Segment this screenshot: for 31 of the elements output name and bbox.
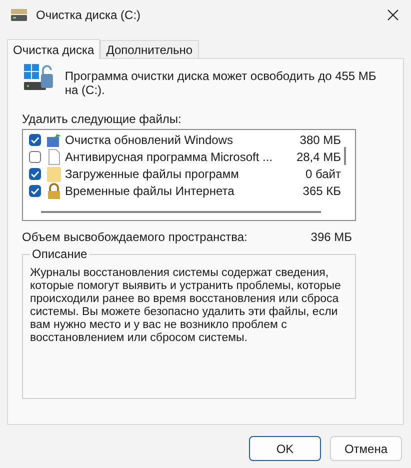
lock-icon (46, 182, 62, 198)
file-name: Очистка обновлений Windows (65, 132, 234, 146)
dialog-button[interactable]: OK (249, 436, 321, 461)
window-title: Очистка диска (C:) (36, 8, 142, 22)
file-name: Временные файлы Интернета (65, 184, 236, 198)
update-icon (46, 132, 62, 148)
group-title: Описание (30, 247, 90, 261)
space-label: Объем высвобождаемого пространства: (22, 230, 248, 246)
checkbox[interactable] (29, 150, 41, 162)
space-value: 396 МБ (310, 230, 352, 246)
file-name: Загруженные файлы программ (65, 166, 240, 180)
file-size: 28,4 МБ (295, 150, 341, 164)
info-text: Программа очистки диска может освободить до 455 МБ на (C:). (64, 69, 378, 97)
close-icon[interactable] (387, 9, 399, 21)
scrollbar-thumb[interactable] (344, 147, 346, 165)
dialog-button[interactable]: Отмена (330, 436, 402, 461)
disk-drive-icon (10, 8, 28, 22)
tab[interactable]: Дополнительно (100, 40, 199, 58)
checkbox[interactable] (29, 168, 41, 180)
file-size: 380 МБ (298, 132, 341, 146)
files-label: Удалить следующие файлы: (22, 112, 182, 128)
document-icon (46, 148, 62, 164)
checkbox[interactable] (29, 184, 41, 196)
file-size: 0 байт (304, 166, 341, 180)
description-text: Журналы восстановления системы содержат сведения, которые помогут выявить и устранить проблемы, которые происходили ранее во время восстановления или сброса системы. Вы можете безопасно удалить эти файлы, если вам нужно место и у вас не возникло проблем с восстановлением или сбросом системы. (30, 267, 342, 345)
tab[interactable]: Очистка диска (7, 39, 100, 59)
checkbox[interactable] (29, 134, 41, 146)
file-name: Антивирусная программа Microsoft ... (65, 150, 274, 164)
folder-icon (46, 166, 62, 182)
file-size: 365 КБ (302, 184, 341, 198)
scrollbar-thumb[interactable] (41, 211, 321, 213)
